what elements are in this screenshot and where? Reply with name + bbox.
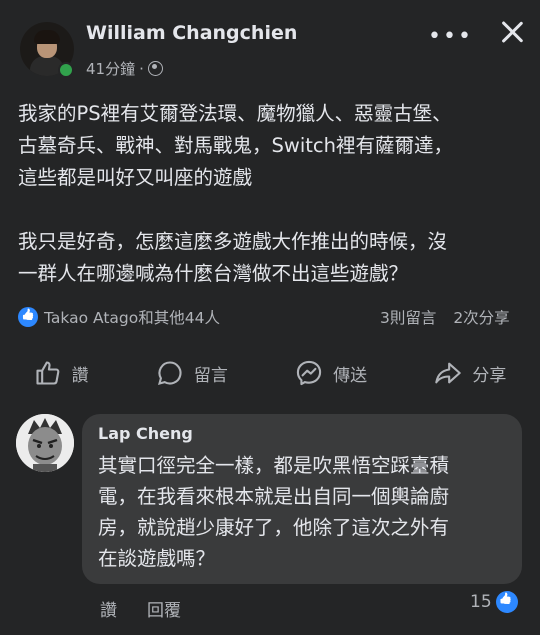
share-arrow-icon: [435, 362, 462, 384]
comment-icon: [157, 361, 182, 385]
thumbs-up-icon: [36, 361, 59, 385]
post-line: 古墓奇兵、戰神、對馬戰鬼，Switch裡有薩爾達，: [18, 134, 453, 157]
comment-reply-link[interactable]: 回覆: [147, 596, 181, 621]
share-button[interactable]: 分享: [434, 355, 506, 391]
send-button-label: 傳送: [333, 365, 368, 386]
post-line: 我家的PS裡有艾爾登法環、魔物獵人、惡靈古堡、: [18, 102, 452, 125]
comment-line: 電，在我看來根本就是出自同一個輿論廚: [98, 485, 450, 508]
meta-separator: ·: [139, 59, 144, 78]
post-author-name[interactable]: William Changchien: [86, 22, 297, 44]
comment-like-count[interactable]: 15: [470, 591, 518, 613]
commenter-avatar[interactable]: [16, 414, 74, 472]
post-body: 我家的PS裡有艾爾登法環、魔物獵人、惡靈古堡、 古墓奇兵、戰神、對馬戰鬼，Swi…: [18, 98, 528, 290]
comment-button-label: 留言: [193, 365, 228, 386]
post-line: 我只是好奇，怎麼這麼多遊戲大作推出的時候，沒: [18, 230, 448, 253]
engagement-counts: 3則留言 2次分享: [380, 306, 522, 328]
comment-line: 其實口徑完全一樣，都是吹黑悟空踩臺積: [98, 454, 450, 477]
post-meta: 41分鐘 ·: [86, 58, 163, 79]
comment-line: 房，就說趙少康好了，他除了這次之外有: [98, 516, 450, 539]
like-button-label: 讚: [71, 365, 89, 386]
more-options-icon[interactable]: •••: [428, 24, 473, 49]
post-action-bar: 讚 留言 傳送 分享: [0, 355, 540, 391]
post-line: 這些都是叫好又叫座的遊戲: [18, 166, 253, 189]
close-icon[interactable]: [498, 18, 526, 46]
comment-actions: 讚 回覆: [100, 596, 181, 621]
online-status-dot: [58, 62, 74, 78]
post-line: 一群人在哪邊喊為什麼台灣做不出這些遊戲？: [18, 262, 409, 285]
comment-body: 其實口徑完全一樣，都是吹黑悟空踩臺積 電，在我看來根本就是出自同一個輿論廚 房，…: [98, 450, 508, 574]
like-button[interactable]: 讚: [34, 355, 89, 391]
comment-button[interactable]: 留言: [156, 355, 228, 391]
post-time[interactable]: 41分鐘: [86, 58, 135, 79]
reactions-summary[interactable]: Takao Atago和其他44人: [18, 306, 220, 328]
messenger-icon: [296, 360, 322, 386]
like-reaction-icon: [18, 307, 38, 327]
comments-count[interactable]: 3則留言: [380, 309, 436, 327]
share-button-label: 分享: [472, 365, 507, 386]
send-button[interactable]: 傳送: [295, 355, 367, 391]
comment-line: 在談遊戲嗎？: [98, 547, 216, 570]
comment-like-link[interactable]: 讚: [100, 596, 117, 621]
cartoon-face-icon: [16, 414, 74, 472]
shares-count[interactable]: 2次分享: [453, 309, 509, 327]
like-reaction-icon: [495, 591, 518, 613]
commenter-name[interactable]: Lap Cheng: [98, 424, 193, 443]
globe-icon: [147, 61, 163, 76]
comment-like-number: 15: [470, 592, 492, 612]
reactions-text[interactable]: Takao Atago和其他44人: [44, 306, 220, 328]
